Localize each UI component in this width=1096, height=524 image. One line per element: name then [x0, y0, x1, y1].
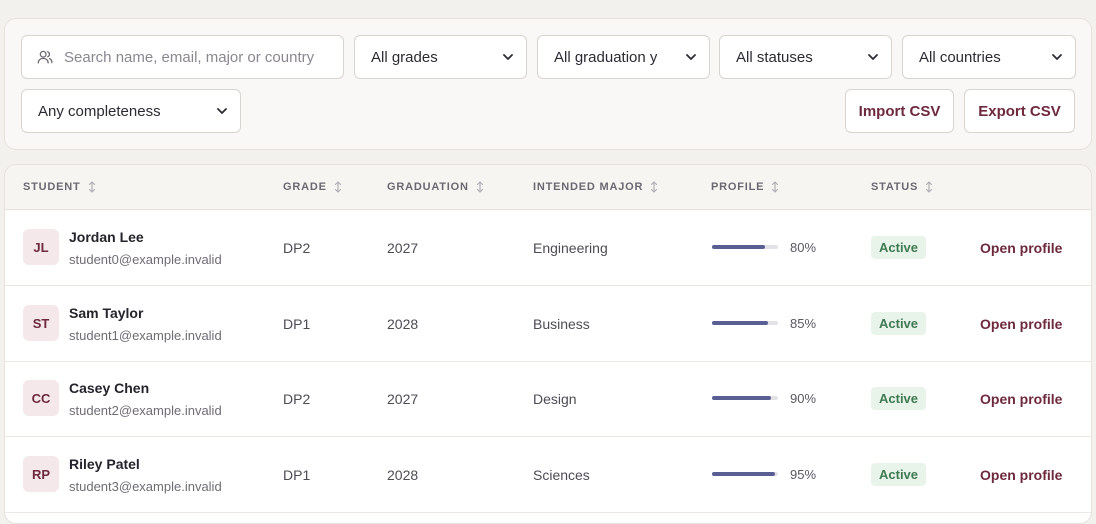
student-name: Sam Taylor [69, 305, 144, 321]
profile-progress-fill [712, 396, 772, 400]
open-profile-link[interactable]: Open profile [980, 467, 1062, 483]
graduation-cell: 2027 [387, 240, 419, 256]
column-header-graduation[interactable]: GRADUATION [387, 181, 484, 193]
sort-arrows-icon [772, 181, 779, 193]
search-placeholder: Search name, email, major or country [64, 48, 315, 66]
major-cell: Business [533, 316, 590, 332]
student-email: student3@example.invalid [69, 479, 222, 494]
avatar: JL [23, 229, 59, 265]
column-label: GRADUATION [387, 181, 469, 193]
chevron-down-icon [1052, 54, 1062, 60]
profile-progress-bar [712, 472, 778, 476]
chevron-down-icon [686, 54, 696, 60]
table-row: CC Casey Chen student2@example.invalid D… [5, 361, 1091, 437]
grade-cell: DP1 [283, 316, 311, 332]
student-email: student0@example.invalid [69, 252, 222, 267]
open-profile-link[interactable]: Open profile [980, 240, 1062, 256]
profile-percent: 80% [790, 240, 817, 255]
column-label: GRADE [283, 181, 327, 193]
profile-progress-bar [712, 396, 778, 400]
grade-cell: DP1 [283, 467, 311, 483]
column-label: STUDENT [23, 181, 81, 193]
grade-select-value: All grades [371, 48, 438, 66]
search-input[interactable]: Search name, email, major or country [21, 35, 344, 79]
sort-arrows-icon [334, 181, 341, 193]
table-header: STUDENT GRADE GRADUATION INTENDED MAJOR … [5, 165, 1091, 210]
chevron-down-icon [217, 108, 227, 114]
sort-arrows-icon [88, 181, 95, 193]
open-profile-link[interactable]: Open profile [980, 391, 1062, 407]
profile-percent: 90% [790, 391, 817, 406]
avatar: ST [23, 305, 59, 341]
column-header-intended-major[interactable]: INTENDED MAJOR [533, 181, 658, 193]
country-select-value: All countries [919, 48, 1001, 66]
column-header-profile[interactable]: PROFILE [711, 181, 779, 193]
status-select[interactable]: All statuses [719, 35, 892, 79]
profile-progress-fill [712, 245, 765, 249]
column-header-student[interactable]: STUDENT [23, 181, 96, 193]
avatar: CC [23, 380, 59, 416]
sort-arrows-icon [476, 181, 483, 193]
sort-arrows-icon [926, 181, 933, 193]
profile-percent: 85% [790, 316, 817, 331]
student-name: Riley Patel [69, 456, 140, 472]
filter-panel: Search name, email, major or country All… [4, 18, 1092, 150]
column-label: PROFILE [711, 181, 765, 193]
status-select-value: All statuses [736, 48, 813, 66]
graduation-cell: 2028 [387, 467, 419, 483]
completeness-select-value: Any completeness [38, 102, 161, 120]
sort-arrows-icon [651, 181, 658, 193]
student-name: Casey Chen [69, 380, 150, 396]
table-row: RP Riley Patel student3@example.invalid … [5, 437, 1091, 513]
status-badge: Active [871, 312, 927, 335]
status-badge: Active [871, 236, 927, 259]
column-header-grade[interactable]: GRADE [283, 181, 342, 193]
country-select[interactable]: All countries [902, 35, 1076, 79]
table-row: ST Sam Taylor student1@example.invalid D… [5, 286, 1091, 362]
avatar: RP [23, 456, 59, 492]
import-csv-button[interactable]: Import CSV [845, 89, 954, 133]
column-label: INTENDED MAJOR [533, 181, 644, 193]
status-badge: Active [871, 387, 927, 410]
grade-cell: DP2 [283, 240, 311, 256]
table-row: JL Jordan Lee student0@example.invalid D… [5, 210, 1091, 286]
users-icon [37, 50, 53, 64]
student-email: student2@example.invalid [69, 403, 222, 418]
student-email: student1@example.invalid [69, 328, 222, 343]
status-badge: Active [871, 463, 927, 486]
grade-cell: DP2 [283, 391, 311, 407]
student-name: Jordan Lee [69, 229, 144, 245]
graduation-year-select[interactable]: All graduation y [537, 35, 710, 79]
graduation-cell: 2028 [387, 316, 419, 332]
chevron-down-icon [503, 54, 513, 60]
chevron-down-icon [868, 54, 878, 60]
graduation-select-value: All graduation y [554, 48, 658, 66]
completeness-select[interactable]: Any completeness [21, 89, 241, 133]
graduation-cell: 2027 [387, 391, 419, 407]
open-profile-link[interactable]: Open profile [980, 316, 1062, 332]
major-cell: Engineering [533, 240, 608, 256]
students-table: STUDENT GRADE GRADUATION INTENDED MAJOR … [4, 164, 1092, 524]
export-csv-button[interactable]: Export CSV [964, 89, 1075, 133]
profile-percent: 95% [790, 467, 817, 482]
major-cell: Sciences [533, 467, 590, 483]
column-label: STATUS [871, 181, 919, 193]
profile-progress-bar [712, 321, 778, 325]
profile-progress-fill [712, 321, 769, 325]
grade-select[interactable]: All grades [354, 35, 527, 79]
major-cell: Design [533, 391, 577, 407]
profile-progress-fill [712, 472, 775, 476]
column-header-status[interactable]: STATUS [871, 181, 933, 193]
profile-progress-bar [712, 245, 778, 249]
